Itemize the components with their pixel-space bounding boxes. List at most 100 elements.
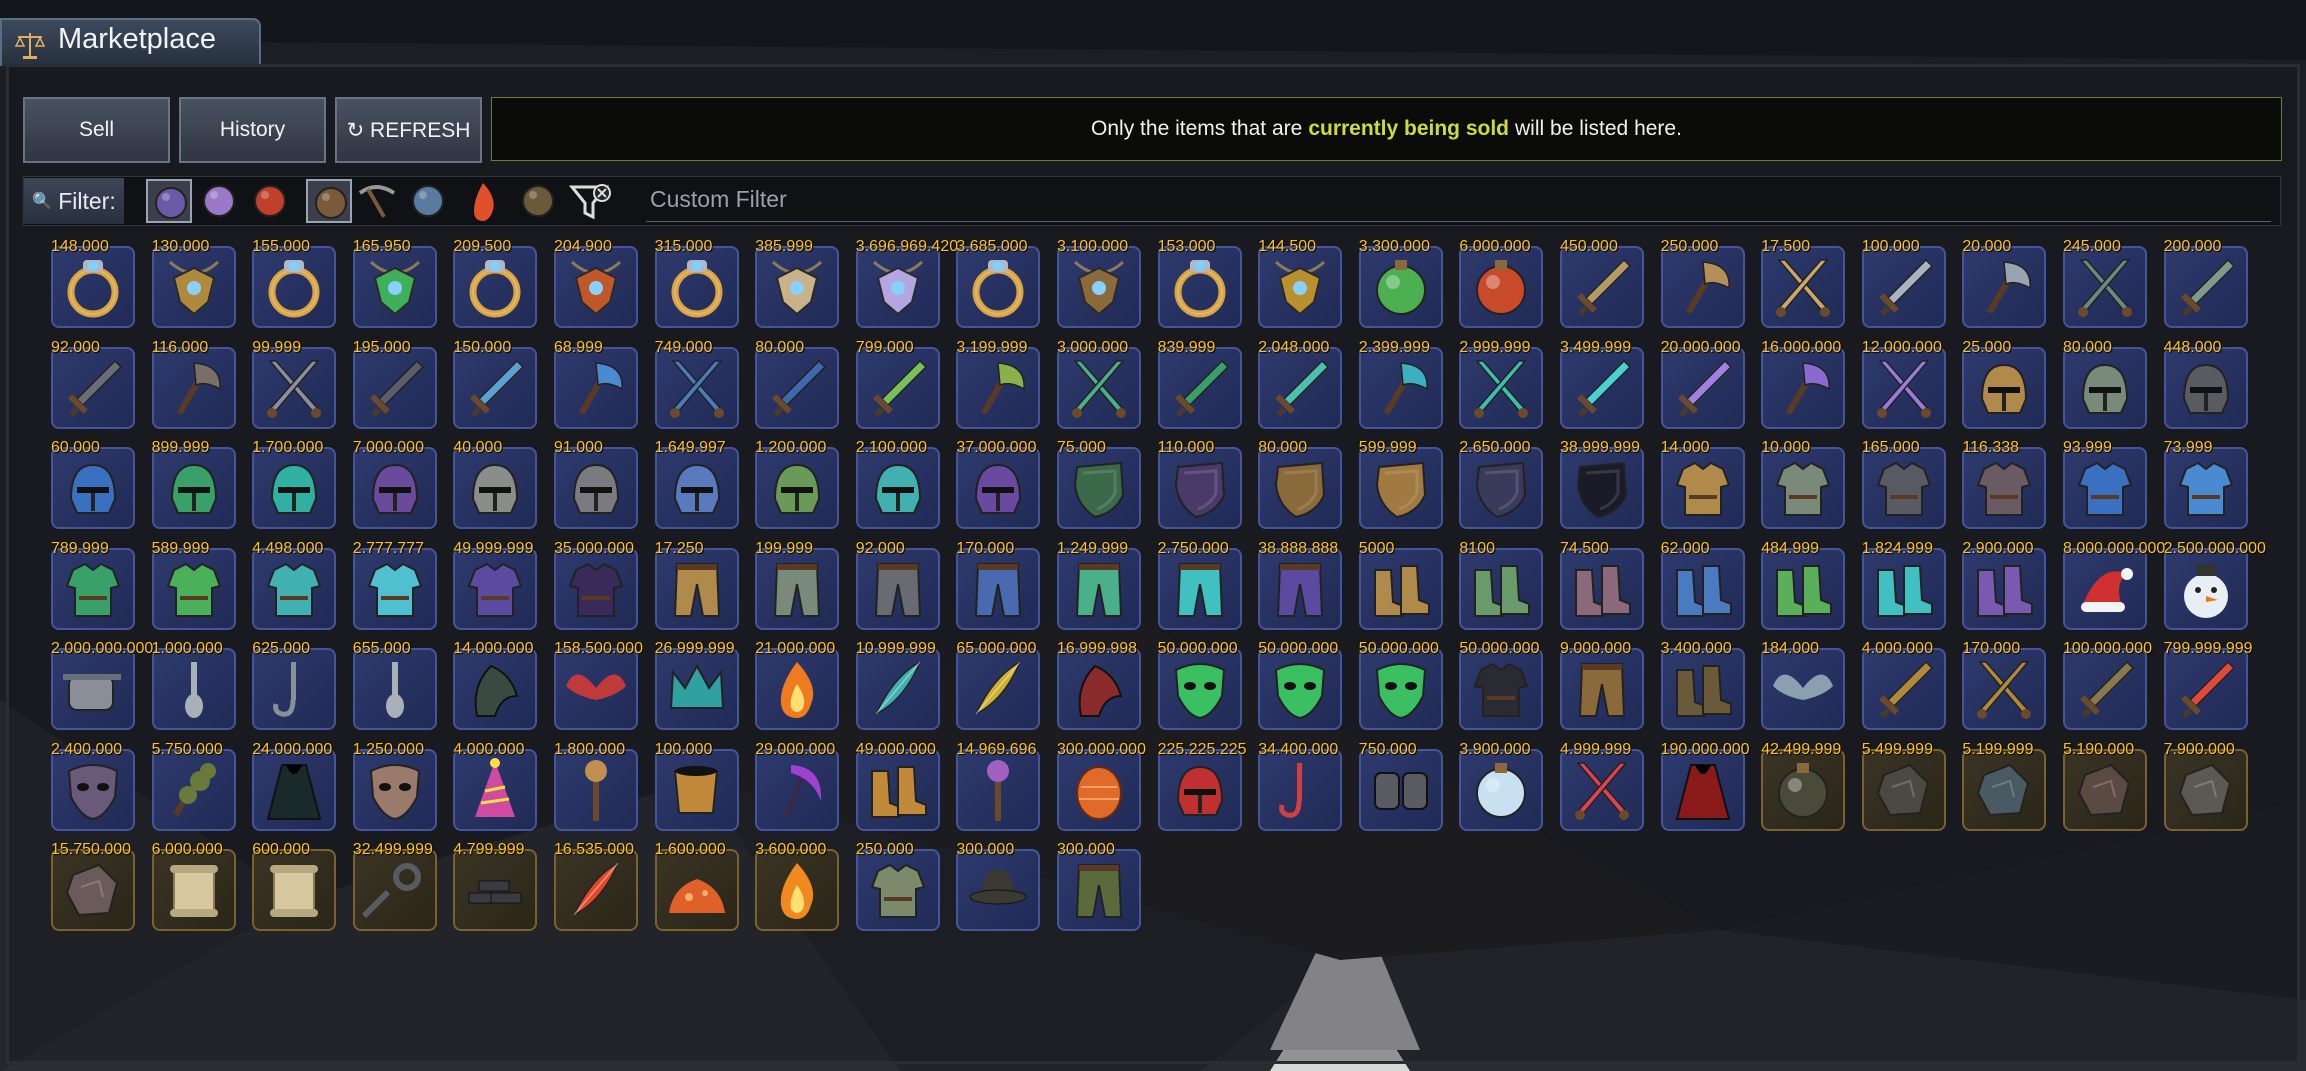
market-item[interactable]: 899.999	[146, 439, 238, 535]
market-item[interactable]: 5.499.999	[1856, 741, 1948, 837]
sell-button[interactable]: Sell	[23, 97, 170, 163]
market-item[interactable]: 155.000	[246, 238, 338, 334]
history-button[interactable]: History	[179, 97, 326, 163]
market-item[interactable]: 7.000.000	[347, 439, 439, 535]
market-item[interactable]: 130.000	[146, 238, 238, 334]
market-item[interactable]: 100.000	[1856, 238, 1948, 334]
market-item[interactable]: 24.000.000	[246, 741, 338, 837]
market-item[interactable]: 116.338	[1956, 439, 2048, 535]
book-filter-icon[interactable]	[515, 179, 561, 223]
market-item[interactable]: 600.000	[246, 841, 338, 937]
market-item[interactable]: 80.000	[749, 339, 841, 435]
market-item[interactable]: 16.999.998	[1051, 640, 1143, 736]
market-item[interactable]: 190.000.000	[1655, 741, 1750, 837]
market-item[interactable]: 2.000.000.000	[45, 640, 153, 736]
market-item[interactable]: 799.999.999	[2158, 640, 2253, 736]
market-item[interactable]: 50.000.000	[1353, 640, 1445, 736]
market-item[interactable]: 158.500.000	[548, 640, 643, 736]
market-item[interactable]: 184.000	[1755, 640, 1847, 736]
market-item[interactable]: 1.200.000	[749, 439, 841, 535]
market-item[interactable]: 1.649.997	[649, 439, 741, 535]
market-item[interactable]: 2.100.000	[850, 439, 942, 535]
clear-filter-icon[interactable]	[566, 179, 612, 223]
market-item[interactable]: 16.535.000	[548, 841, 640, 937]
market-item[interactable]: 21.000.000	[749, 640, 841, 736]
market-item[interactable]: 3.199.999	[950, 339, 1042, 435]
refresh-button[interactable]: ↻ REFRESH	[335, 97, 482, 163]
market-item[interactable]: 62.000	[1655, 540, 1747, 636]
market-item[interactable]: 73.999	[2158, 439, 2250, 535]
custom-filter-input[interactable]	[646, 178, 2271, 222]
market-item[interactable]: 5000	[1353, 540, 1445, 636]
market-item[interactable]: 110.000	[1152, 439, 1244, 535]
market-item[interactable]: 17.500	[1755, 238, 1847, 334]
market-item[interactable]: 60.000	[45, 439, 137, 535]
market-item[interactable]: 750.000	[1353, 741, 1445, 837]
market-item[interactable]: 29.000.000	[749, 741, 841, 837]
market-item[interactable]: 32.499.999	[347, 841, 439, 937]
market-item[interactable]: 42.499.999	[1755, 741, 1847, 837]
market-item[interactable]: 3.000.000	[1051, 339, 1143, 435]
market-item[interactable]: 2.999.999	[1453, 339, 1545, 435]
market-item[interactable]: 50.000.000	[1152, 640, 1244, 736]
market-item[interactable]: 68.999	[548, 339, 640, 435]
orb-filter-icon[interactable]	[306, 179, 352, 223]
market-item[interactable]: 3.499.999	[1554, 339, 1646, 435]
market-item[interactable]: 2.777.777	[347, 540, 439, 636]
market-item[interactable]: 3.400.000	[1655, 640, 1747, 736]
market-item[interactable]: 25.000	[1956, 339, 2048, 435]
market-item[interactable]: 5.199.999	[1956, 741, 2048, 837]
market-item[interactable]: 1.250.000	[347, 741, 439, 837]
market-item[interactable]: 655.000	[347, 640, 439, 736]
pickaxe-filter-icon[interactable]	[354, 179, 400, 223]
market-item[interactable]: 9.000.000	[1554, 640, 1646, 736]
market-item[interactable]: 7.900.000	[2158, 741, 2250, 837]
market-item[interactable]: 4.000.000	[447, 741, 539, 837]
mineral-filter-icon[interactable]	[196, 179, 242, 223]
market-item[interactable]: 448.000	[2158, 339, 2250, 435]
market-item[interactable]: 250.000	[850, 841, 942, 937]
cauldron-filter-icon[interactable]	[247, 179, 293, 223]
market-item[interactable]: 1.600.000	[649, 841, 741, 937]
market-item[interactable]: 245.000	[2057, 238, 2149, 334]
market-item[interactable]: 38.999.999	[1554, 439, 1646, 535]
market-item[interactable]: 65.000.000	[950, 640, 1042, 736]
market-item[interactable]: 148.000	[45, 238, 137, 334]
market-item[interactable]: 385.999	[749, 238, 841, 334]
market-item[interactable]: 1.249.999	[1051, 540, 1143, 636]
market-item[interactable]: 4.999.999	[1554, 741, 1646, 837]
market-item[interactable]: 195.000	[347, 339, 439, 435]
market-item[interactable]: 749.000	[649, 339, 741, 435]
market-item[interactable]: 100.000.000	[2057, 640, 2152, 736]
market-item[interactable]: 3.600.000	[749, 841, 841, 937]
market-item[interactable]: 484.999	[1755, 540, 1847, 636]
market-item[interactable]: 1.824.999	[1856, 540, 1948, 636]
market-item[interactable]: 165.000	[1856, 439, 1948, 535]
market-item[interactable]: 250.000	[1655, 238, 1747, 334]
market-item[interactable]: 2.650.000	[1453, 439, 1545, 535]
market-item[interactable]: 1.000.000	[146, 640, 238, 736]
market-item[interactable]: 34.400.000	[1252, 741, 1344, 837]
market-item[interactable]: 625.000	[246, 640, 338, 736]
market-item[interactable]: 300.000	[950, 841, 1042, 937]
market-item[interactable]: 300.000.000	[1051, 741, 1146, 837]
market-item[interactable]: 4.799.999	[447, 841, 539, 937]
market-item[interactable]: 1.700.000	[246, 439, 338, 535]
market-item[interactable]: 3.696.969.420	[850, 238, 958, 334]
market-item[interactable]: 2.048.000	[1252, 339, 1344, 435]
market-item[interactable]: 3.900.000	[1453, 741, 1545, 837]
market-item[interactable]: 14.000	[1655, 439, 1747, 535]
market-item[interactable]: 49.000.000	[850, 741, 942, 837]
market-item[interactable]: 209.500	[447, 238, 539, 334]
market-item[interactable]: 3.100.000	[1051, 238, 1143, 334]
market-item[interactable]: 199.999	[749, 540, 841, 636]
market-item[interactable]: 170.000	[950, 540, 1042, 636]
market-item[interactable]: 8.000.000.000	[2057, 540, 2165, 636]
market-item[interactable]: 5.750.000	[146, 741, 238, 837]
market-item[interactable]: 4.498.000	[246, 540, 338, 636]
market-item[interactable]: 144.500	[1252, 238, 1344, 334]
market-item[interactable]: 170.000	[1956, 640, 2048, 736]
market-item[interactable]: 150.000	[447, 339, 539, 435]
market-item[interactable]: 100.000	[649, 741, 741, 837]
market-item[interactable]: 599.999	[1353, 439, 1445, 535]
